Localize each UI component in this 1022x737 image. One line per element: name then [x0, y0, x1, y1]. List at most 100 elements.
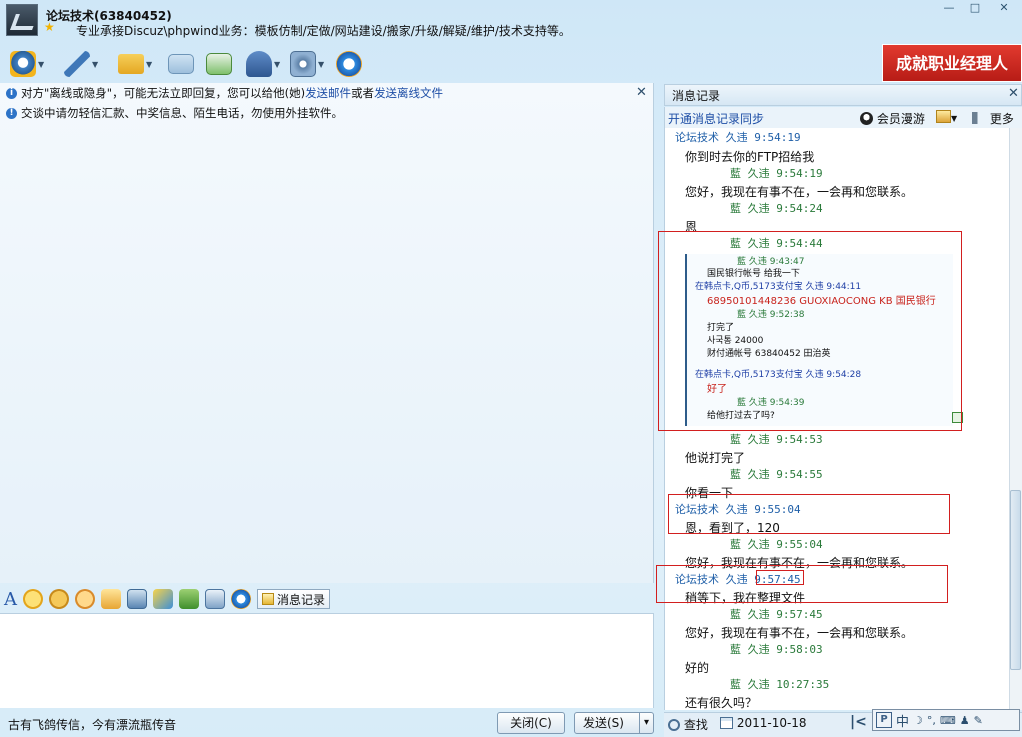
punctuation-icon[interactable]: °, — [927, 714, 936, 727]
settings-icon — [290, 51, 316, 77]
info-icon: i — [6, 87, 17, 99]
app-logo-icon — [6, 4, 38, 36]
history-entry-header: 藍 久违 10:27:35 — [730, 678, 830, 691]
message-input[interactable] — [0, 613, 654, 708]
ad-banner[interactable]: 成就职业经理人 — [882, 44, 1022, 82]
record-icon — [262, 593, 274, 605]
close-button[interactable]: 关闭(C) — [497, 712, 565, 734]
history-entry-message: 他说打完了 — [685, 451, 746, 465]
voice-message-icon[interactable] — [101, 589, 121, 609]
member-roam-label: 会员漫游 — [876, 112, 925, 126]
send-options-dropdown[interactable]: ▾ — [638, 713, 649, 733]
mail-icon — [168, 54, 194, 74]
ime-mode-label[interactable]: 中 — [896, 711, 909, 730]
find-label: 查找 — [683, 718, 708, 732]
voice-icon — [64, 51, 90, 77]
more-button[interactable]: 更多 — [972, 110, 1014, 127]
video-icon — [10, 51, 36, 77]
send-button[interactable]: 发送(S) ▾ — [574, 712, 654, 734]
message-record-button[interactable]: 消息记录 — [257, 589, 331, 609]
close-history-button[interactable]: ✕ — [1008, 86, 1019, 101]
chevron-down-icon: ▼ — [38, 59, 45, 69]
qq-penguin-icon — [860, 112, 873, 125]
settings-button[interactable]: ▼ — [290, 50, 324, 78]
annotation-box — [756, 570, 804, 585]
contact-signature: 专业承接Discuz\phpwind业务：模板仿制/定做/网站建设/搬家/升级/… — [76, 24, 571, 38]
chevron-down-icon: ▼ — [274, 59, 281, 69]
history-entry-header: 藍 久违 9:54:24 — [730, 202, 823, 215]
video-button[interactable]: ▼ — [10, 50, 44, 78]
image-icon[interactable] — [127, 589, 147, 609]
folder-icon — [118, 54, 144, 74]
history-entry-message: 您好，我现在有事不在，一会再和您联系。 — [685, 626, 914, 640]
emoticon-icon[interactable] — [23, 589, 43, 609]
chevron-down-icon: ▼ — [318, 59, 325, 69]
offline-notice-text: 对方"离线或隐身"，可能无法立即回复，您可以给他(她) — [21, 86, 306, 100]
maximize-button[interactable]: □ — [964, 2, 986, 16]
history-title: 消息记录 — [672, 89, 721, 103]
file-button[interactable]: ▼ — [118, 50, 152, 78]
annotation-box — [658, 231, 962, 431]
message-record-label: 消息记录 — [277, 592, 326, 607]
moon-icon[interactable]: ☽ — [913, 714, 923, 727]
sogou-icon — [336, 51, 362, 77]
export-button[interactable]: ▼ — [936, 110, 957, 124]
minimize-button[interactable]: — — [938, 2, 960, 16]
history-entry-header: 论坛技术 久违 9:54:19 — [675, 131, 801, 144]
history-sync-link[interactable]: 开通消息记录同步 — [668, 110, 764, 127]
music-icon[interactable] — [153, 589, 173, 609]
voice-button[interactable]: ▼ — [64, 50, 98, 78]
history-entry-message: 你到时去你的FTP招给我 — [685, 150, 815, 164]
ime-logo-icon: P — [876, 712, 892, 728]
history-entry-message: 您好，我现在有事不在，一会再和您联系。 — [685, 185, 914, 199]
nudge-icon[interactable] — [75, 589, 95, 609]
calendar-icon — [720, 717, 733, 729]
date-picker[interactable]: 2011-10-18 — [720, 716, 807, 730]
history-entry-message: 还有很久吗？ — [685, 696, 758, 710]
offline-notice: i 对方"离线或隐身"，可能无法立即回复，您可以给他(她) 发送邮件 或者 发送… — [6, 84, 443, 102]
sms-button[interactable] — [206, 50, 232, 78]
more-label: 更多 — [989, 112, 1014, 126]
history-entry-header: 藍 久违 9:57:45 — [730, 608, 823, 621]
speaker-icon — [972, 112, 986, 124]
gift-icon[interactable] — [179, 589, 199, 609]
star-icon: ★ — [44, 20, 55, 34]
find-button[interactable]: 查找 — [668, 716, 708, 733]
security-notice-text: 交谈中请勿轻信汇款、中奖信息、陌生电话，勿使用外挂软件。 — [21, 106, 343, 120]
chevron-down-icon: ▼ — [951, 114, 958, 123]
screen-capture-icon[interactable] — [205, 589, 225, 609]
close-window-button[interactable]: ✕ — [993, 2, 1015, 16]
security-notice: ! 交谈中请勿轻信汇款、中奖信息、陌生电话，勿使用外挂软件。 — [6, 104, 343, 122]
ime-toolbar[interactable]: P 中 ☽ °, ⌨ ♟ ✎ — [872, 709, 1020, 731]
sms-icon — [206, 53, 232, 75]
send-offline-file-link[interactable]: 发送离线文件 — [374, 85, 443, 101]
first-page-icon[interactable]: |< — [850, 714, 867, 730]
history-entry-header: 藍 久违 9:54:55 — [730, 468, 823, 481]
scrollbar-thumb[interactable] — [1010, 490, 1021, 670]
sogou-icon[interactable] — [231, 589, 251, 609]
annotation-box — [668, 494, 950, 534]
magic-emoticon-icon[interactable] — [49, 589, 69, 609]
history-entry-message: 好的 — [685, 661, 710, 675]
app-button[interactable]: ▼ — [246, 50, 280, 78]
history-entry-header: 藍 久违 9:55:04 — [730, 538, 823, 551]
history-entry-header: 藍 久违 9:54:19 — [730, 167, 823, 180]
history-date: 2011-10-18 — [736, 716, 807, 730]
send-label: 发送(S) — [583, 716, 624, 730]
shield-icon: ! — [6, 107, 17, 119]
format-toolbar: A 消息记录 — [0, 585, 654, 613]
send-mail-link[interactable]: 发送邮件 — [305, 85, 351, 101]
or-text: 或者 — [351, 86, 375, 100]
export-icon — [936, 110, 951, 123]
sogou-button[interactable] — [336, 50, 362, 78]
font-icon[interactable]: A — [4, 589, 17, 610]
keyboard-icon[interactable]: ⌨ — [940, 714, 956, 727]
app-icon — [246, 51, 272, 77]
user-icon[interactable]: ♟ — [960, 714, 970, 727]
chevron-down-icon: ▼ — [92, 59, 99, 69]
mail-button[interactable] — [168, 50, 194, 78]
tools-icon[interactable]: ✎ — [974, 714, 983, 727]
close-notice-button[interactable]: ✕ — [636, 85, 647, 100]
member-roam-button[interactable]: 会员漫游 — [860, 110, 925, 127]
history-entry-header: 藍 久违 9:58:03 — [730, 643, 823, 656]
